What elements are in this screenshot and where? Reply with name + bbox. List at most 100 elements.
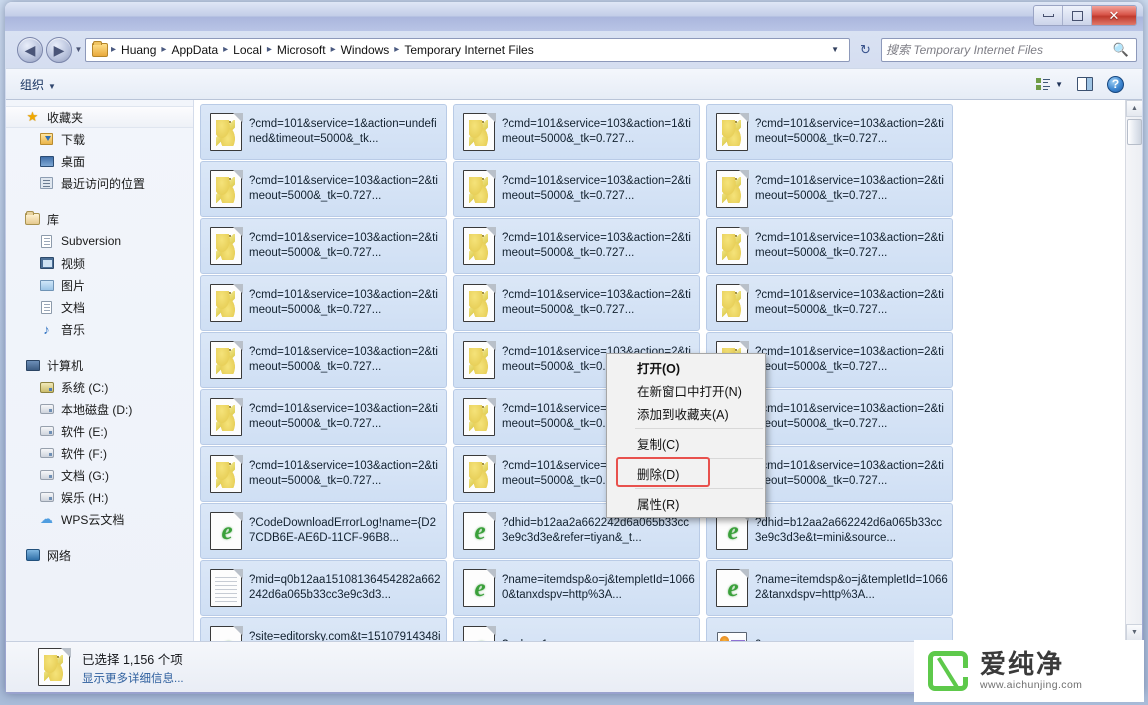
navigation-pane[interactable]: ★ 收藏夹 下载 桌面 最近访问的位置 [6,100,194,641]
breadcrumb[interactable]: ▸ Huang ▸ AppData ▸ Local ▸ Microsoft ▸ … [85,38,850,62]
file-tile[interactable]: ?cmd=101&service=103&action=2&timeout=50… [706,161,953,217]
context-menu-item[interactable]: 在新窗口中打开(N) [607,379,765,402]
file-tile[interactable]: ?cmd=101&service=103&action=1&timeout=50… [453,104,700,160]
file-icon-wrap [205,451,247,497]
file-tile[interactable]: ?cmd=101&service=103&action=2&timeout=50… [200,446,447,502]
sidebar-item-music[interactable]: ♪ 音乐 [6,318,193,340]
scroll-down-button[interactable]: ▼ [1126,624,1142,641]
forward-button[interactable]: ▶ [46,37,72,63]
sidebar-label: 软件 (E:) [61,423,108,440]
file-icon-wrap [458,394,500,440]
sidebar-item-videos[interactable]: 视频 [6,252,193,274]
sidebar-item-drive-e[interactable]: 软件 (E:) [6,420,193,442]
file-name-label: ?cmd=101&service=103&action=2&timeout=50… [753,402,948,432]
sidebar-item-drive-d[interactable]: 本地磁盘 (D:) [6,398,193,420]
file-tile[interactable]: ?cmd=101&service=103&action=2&timeout=50… [200,389,447,445]
script-file-icon [210,398,242,436]
back-button[interactable]: ◀ [17,37,43,63]
breadcrumb-item-5[interactable]: Temporary Internet Files [400,43,537,57]
context-menu-item[interactable]: 复制(C) [607,432,765,455]
breadcrumb-dropdown-icon[interactable]: ▼ [824,45,846,54]
context-menu-item[interactable]: 属性(R) [607,492,765,515]
search-input[interactable]: 搜索 Temporary Internet Files [886,41,1113,58]
file-tile[interactable]: 0.png [706,617,953,641]
drive-icon [38,470,55,480]
sidebar-item-recent-places[interactable]: 最近访问的位置 [6,172,193,194]
script-file-icon [210,284,242,322]
sidebar-item-desktop[interactable]: 桌面 [6,150,193,172]
file-tile[interactable]: ?cmd=101&service=1&action=undefined&time… [200,104,447,160]
file-tile[interactable]: ?cmd=101&service=103&action=2&timeout=50… [453,161,700,217]
organize-button[interactable]: 组织▼ [14,73,64,96]
more-details-link[interactable]: 显示更多详细信息... [82,670,184,686]
file-tile[interactable]: ?cmd=101&service=103&action=2&timeout=50… [706,218,953,274]
sidebar-item-computer[interactable]: 计算机 [6,354,193,376]
sidebar-item-drive-h[interactable]: 娱乐 (H:) [6,486,193,508]
sidebar-item-subversion[interactable]: Subversion [6,230,193,252]
change-view-button[interactable]: ▼ [1036,78,1063,91]
library-icon [24,213,41,225]
help-button[interactable]: ? [1107,76,1124,93]
address-bar-row: ◀ ▶ ▼ ▸ Huang ▸ AppData ▸ Local ▸ Micros… [5,31,1143,68]
breadcrumb-item-0[interactable]: Huang [117,43,160,57]
breadcrumb-item-4[interactable]: Windows [337,43,394,57]
file-name-label: ?name=itemdsp&o=j&templetId=10662&tanxds… [753,573,948,603]
window-controls: ✕ [1033,5,1137,26]
sidebar-item-drive-g[interactable]: 文档 (G:) [6,464,193,486]
watermark-url: www.aichunjing.com [980,679,1082,691]
script-file-icon [463,455,495,493]
sidebar-item-downloads[interactable]: 下载 [6,128,193,150]
file-name-label: ?mid=q0b12aa15108136454282a662242d6a065b… [247,573,442,603]
file-tile[interactable]: ?cmd=101&service=103&action=2&timeout=50… [200,161,447,217]
sidebar-item-wps-cloud[interactable]: ☁ WPS云文档 [6,508,193,530]
search-box[interactable]: 搜索 Temporary Internet Files 🔍 [881,38,1137,62]
file-tile[interactable]: ?cmd=101&service=103&action=2&timeout=50… [706,104,953,160]
scroll-up-button[interactable]: ▲ [1126,100,1142,117]
breadcrumb-item-3[interactable]: Microsoft [273,43,330,57]
sidebar-item-favorites[interactable]: ★ 收藏夹 [6,106,193,128]
script-file-icon [210,455,242,493]
context-menu-item[interactable]: 删除(D) [607,462,765,485]
sidebar-item-libraries[interactable]: 库 [6,208,193,230]
file-tile[interactable]: ?cmd=101&service=103&action=2&timeout=50… [200,275,447,331]
file-tile[interactable]: ?wd_xp1 [453,617,700,641]
vertical-scrollbar[interactable]: ▲ ▼ [1125,100,1142,641]
sidebar-item-drive-f[interactable]: 软件 (F:) [6,442,193,464]
history-dropdown-button[interactable]: ▼ [72,37,85,63]
breadcrumb-separator: ▸ [222,44,229,55]
file-tile[interactable]: ?site=editorsky.com&t=15107914348ic=84c6… [200,617,447,641]
watermark-text-group: 爱纯净 www.aichunjing.com [980,651,1082,690]
sidebar-item-pictures[interactable]: 图片 [6,274,193,296]
file-tile[interactable]: ?name=itemdsp&o=j&templetId=10662&tanxds… [706,560,953,616]
document-icon [38,235,55,248]
file-tile[interactable]: ?cmd=101&service=103&action=2&timeout=50… [453,275,700,331]
file-tile[interactable]: ?cmd=101&service=103&action=2&timeout=50… [453,218,700,274]
sidebar-item-network[interactable]: 网络 [6,544,193,566]
file-tile[interactable]: ?mid=q0b12aa15108136454282a662242d6a065b… [200,560,447,616]
refresh-button[interactable]: ↻ [854,38,877,62]
minimize-button[interactable] [1034,6,1063,25]
context-menu[interactable]: 打开(O)在新窗口中打开(N)添加到收藏夹(A) 复制(C) 删除(D) 属性(R) [606,353,766,518]
script-file-icon [463,113,495,151]
file-tile[interactable]: ?cmd=101&service=103&action=2&timeout=50… [706,275,953,331]
scrollbar-thumb[interactable] [1127,119,1142,145]
file-name-label: ?cmd=101&service=103&action=2&timeout=50… [500,231,695,261]
file-name-label: ?cmd=101&service=103&action=2&timeout=50… [753,231,948,261]
file-name-label: ?cmd=101&service=103&action=2&timeout=50… [753,288,948,318]
file-tile[interactable]: ?CodeDownloadErrorLog!name={D27CDB6E-AE6… [200,503,447,559]
file-name-label: ?cmd=101&service=103&action=2&timeout=50… [753,174,948,204]
system-drive-icon [38,382,55,393]
file-tile[interactable]: ?cmd=101&service=103&action=2&timeout=50… [200,332,447,388]
maximize-button[interactable] [1063,6,1092,25]
context-menu-item[interactable]: 打开(O) [607,356,765,379]
breadcrumb-item-2[interactable]: Local [229,43,266,57]
close-button[interactable]: ✕ [1092,6,1136,25]
script-file-icon [210,113,242,151]
sidebar-item-drive-c[interactable]: 系统 (C:) [6,376,193,398]
breadcrumb-item-1[interactable]: AppData [167,43,222,57]
sidebar-item-documents[interactable]: 文档 [6,296,193,318]
preview-pane-button[interactable] [1077,77,1093,91]
context-menu-item[interactable]: 添加到收藏夹(A) [607,402,765,425]
file-tile[interactable]: ?cmd=101&service=103&action=2&timeout=50… [200,218,447,274]
file-tile[interactable]: ?name=itemdsp&o=j&templetId=10660&tanxds… [453,560,700,616]
